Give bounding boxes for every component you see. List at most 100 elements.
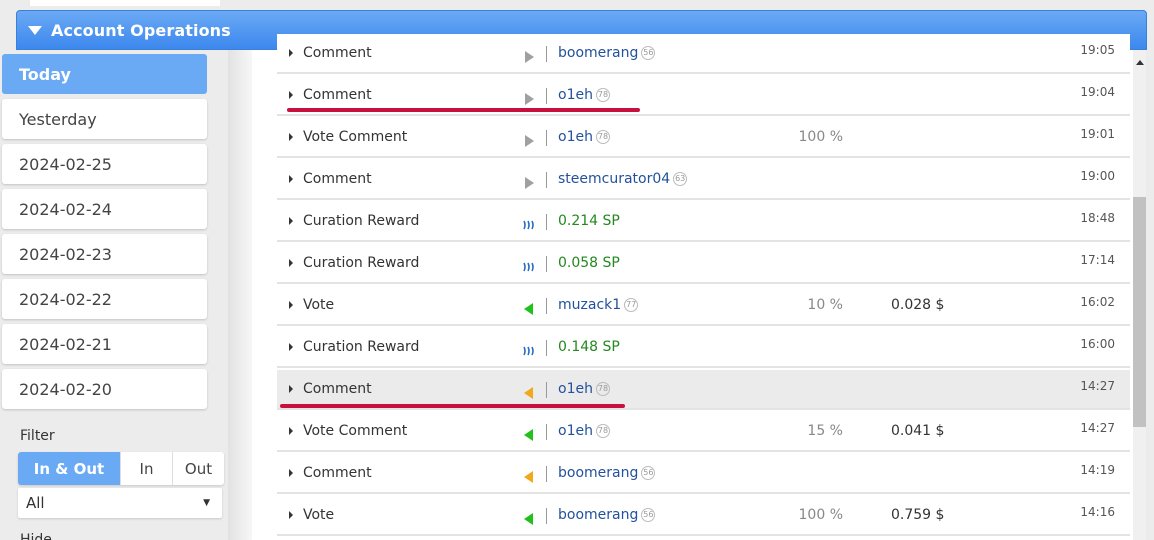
- operation-name: Vote Comment: [303, 129, 408, 145]
- operation-name: Curation Reward: [303, 339, 420, 355]
- date-button[interactable]: 2024-02-23: [2, 234, 207, 274]
- operation-target[interactable]: boomerang 56: [558, 507, 656, 523]
- operation-time: 19:01: [1080, 127, 1115, 141]
- operation-time: 18:48: [1080, 211, 1115, 225]
- target-text: 0.214 SP: [558, 213, 620, 229]
- filter-out-button[interactable]: Out: [172, 452, 224, 485]
- target-text: o1eh: [558, 381, 593, 397]
- scrollbar-thumb[interactable]: [1133, 197, 1146, 427]
- select-value: All: [26, 494, 45, 512]
- date-button[interactable]: 2024-02-22: [2, 279, 207, 319]
- arrow-left-green-icon: [523, 426, 535, 441]
- operation-row[interactable]: Comment boomerang 56 19:05: [277, 34, 1130, 74]
- steem-icon: [523, 258, 535, 272]
- target-text: o1eh: [558, 423, 593, 439]
- date-button[interactable]: 2024-02-20: [2, 369, 207, 409]
- target-text: steemcurator04: [558, 171, 671, 187]
- vote-percent: 100 %: [798, 129, 843, 145]
- operation-target[interactable]: o1eh 78: [558, 423, 610, 439]
- expand-arrow-icon[interactable]: [289, 259, 293, 267]
- operation-target[interactable]: o1eh 78: [558, 381, 610, 397]
- collapse-triangle-icon[interactable]: [28, 25, 42, 35]
- date-button[interactable]: 2024-02-21: [2, 324, 207, 364]
- target-text: o1eh: [558, 87, 593, 103]
- date-button[interactable]: 2024-02-24: [2, 189, 207, 229]
- filter-in-button[interactable]: In: [120, 452, 172, 485]
- operation-target[interactable]: o1eh 78: [558, 87, 610, 103]
- operation-row[interactable]: Vote Comment o1eh 78 100 % 19:01: [277, 118, 1130, 158]
- play-gray-icon: [523, 48, 535, 63]
- operation-time: 14:19: [1080, 463, 1115, 477]
- target-text: o1eh: [558, 129, 593, 145]
- expand-arrow-icon[interactable]: [289, 511, 293, 519]
- operation-row[interactable]: Curation Reward 0.148 SP 16:00: [277, 328, 1130, 368]
- operation-name: Vote: [303, 297, 335, 313]
- operation-row[interactable]: Curation Reward 0.058 SP 17:14: [277, 244, 1130, 284]
- expand-arrow-icon[interactable]: [289, 343, 293, 351]
- target-text: 0.148 SP: [558, 339, 620, 355]
- separator: [546, 256, 547, 272]
- reputation-badge: 56: [641, 46, 656, 60]
- separator: [546, 214, 547, 230]
- operation-name: Comment: [303, 465, 372, 481]
- expand-arrow-icon[interactable]: [289, 217, 293, 225]
- expand-arrow-icon[interactable]: [289, 427, 293, 435]
- operation-name: Curation Reward: [303, 213, 420, 229]
- expand-arrow-icon[interactable]: [289, 385, 293, 393]
- operation-row[interactable]: Vote Comment o1eh 78 15 % 0.041 $ 14:27: [277, 412, 1130, 452]
- operation-row[interactable]: Vote muzack1 77 10 % 0.028 $ 16:02: [277, 286, 1130, 326]
- vote-value: 0.041 $: [891, 423, 945, 439]
- separator: [546, 340, 547, 356]
- expand-arrow-icon[interactable]: [289, 133, 293, 141]
- operation-name: Comment: [303, 87, 372, 103]
- expand-arrow-icon[interactable]: [289, 469, 293, 477]
- operation-target[interactable]: boomerang 56: [558, 45, 656, 61]
- operation-target: 0.058 SP: [558, 255, 620, 271]
- play-gray-icon: [523, 132, 535, 147]
- expand-arrow-icon[interactable]: [289, 301, 293, 309]
- operation-time: 14:27: [1080, 421, 1115, 435]
- operation-row[interactable]: Curation Reward 0.214 SP 18:48: [277, 202, 1130, 242]
- operation-target[interactable]: boomerang 56: [558, 465, 656, 481]
- operation-time: 14:27: [1080, 379, 1115, 393]
- date-button[interactable]: 2024-02-25: [2, 144, 207, 184]
- date-button[interactable]: Today: [2, 54, 207, 94]
- separator: [546, 424, 547, 440]
- operation-time: 17:14: [1080, 253, 1115, 267]
- operation-time: 19:05: [1080, 43, 1115, 57]
- filter-in-out-button[interactable]: In & Out: [18, 452, 120, 485]
- operation-name: Comment: [303, 381, 372, 397]
- annotation-underline: [280, 404, 625, 408]
- arrow-left-green-icon: [523, 300, 535, 315]
- operation-row[interactable]: Comment steemcurator04 63 19:00: [277, 160, 1130, 200]
- target-text: boomerang: [558, 45, 639, 61]
- operation-target: 0.148 SP: [558, 339, 620, 355]
- operation-name: Vote: [303, 507, 335, 523]
- operation-name: Comment: [303, 171, 372, 187]
- reputation-badge: 78: [595, 130, 610, 144]
- operation-target[interactable]: steemcurator04 63: [558, 171, 688, 187]
- vote-value: 0.759 $: [891, 507, 945, 523]
- arrow-left-orange-icon: [523, 468, 535, 483]
- operation-type-select[interactable]: All ▼: [18, 488, 222, 518]
- expand-arrow-icon[interactable]: [289, 175, 293, 183]
- date-button[interactable]: Yesterday: [2, 99, 207, 139]
- separator: [546, 46, 547, 62]
- play-gray-icon: [523, 90, 535, 105]
- operation-target[interactable]: muzack1 77: [558, 297, 639, 313]
- vote-percent: 10 %: [807, 297, 843, 313]
- content-left-gutter: [228, 50, 252, 540]
- operation-row[interactable]: Vote boomerang 56 100 % 0.759 $ 14:16: [277, 496, 1130, 536]
- expand-arrow-icon[interactable]: [289, 49, 293, 57]
- reputation-badge: 78: [595, 424, 610, 438]
- scroll-up-arrow-icon[interactable]: [1136, 60, 1144, 65]
- expand-arrow-icon[interactable]: [289, 91, 293, 99]
- operation-time: 19:04: [1080, 85, 1115, 99]
- separator: [546, 466, 547, 482]
- operation-name: Comment: [303, 45, 372, 61]
- operation-target[interactable]: o1eh 78: [558, 129, 610, 145]
- target-text: 0.058 SP: [558, 255, 620, 271]
- operation-row[interactable]: Comment boomerang 56 14:19: [277, 454, 1130, 494]
- target-text: boomerang: [558, 465, 639, 481]
- operation-time: 16:02: [1080, 295, 1115, 309]
